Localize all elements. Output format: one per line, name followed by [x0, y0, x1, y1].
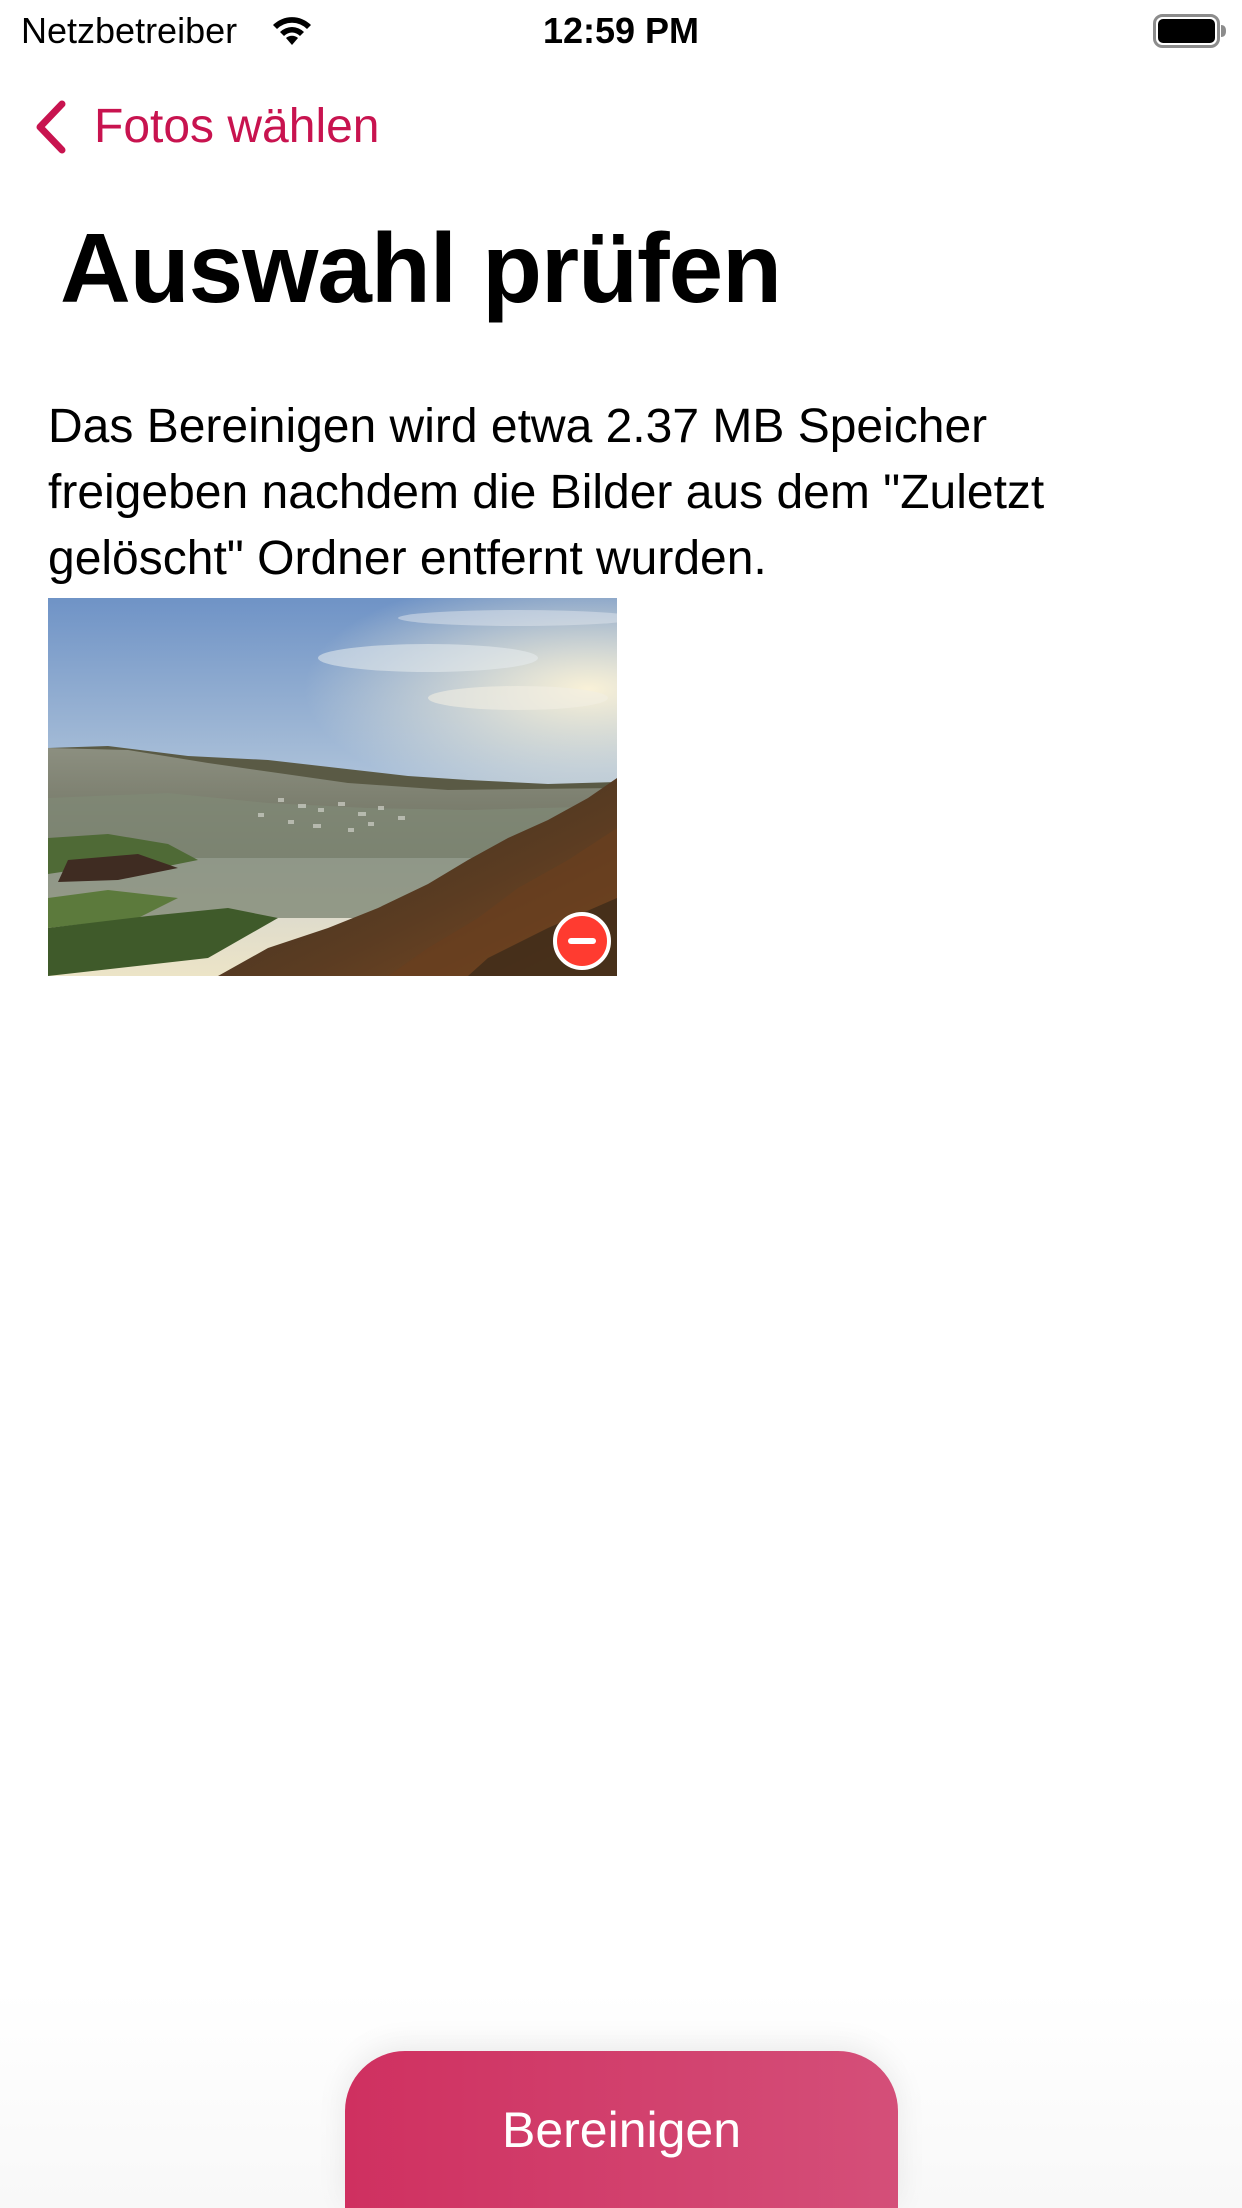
clean-button[interactable]: Bereinigen	[345, 2051, 898, 2208]
clean-button-label: Bereinigen	[501, 2102, 742, 2158]
battery-icon	[1153, 14, 1226, 48]
landscape-photo	[48, 598, 617, 976]
chevron-left-icon	[36, 100, 66, 154]
photo-thumbnail[interactable]	[48, 598, 617, 976]
back-button[interactable]: Fotos wählen	[30, 96, 380, 158]
status-time: 12:59 PM	[542, 10, 700, 51]
back-button-label: Fotos wählen	[94, 100, 380, 153]
page-title: Auswahl prüfen	[60, 213, 782, 323]
description-text: Das Bereinigen wird etwa 2.37 MB Speiche…	[48, 400, 1045, 585]
screen: Netzbetreiber 12:59 PM Fotos wählen Ausw…	[0, 0, 1242, 2208]
status-bar: Netzbetreiber 12:59 PM	[0, 0, 1242, 62]
minus-circle-icon[interactable]	[553, 912, 611, 970]
